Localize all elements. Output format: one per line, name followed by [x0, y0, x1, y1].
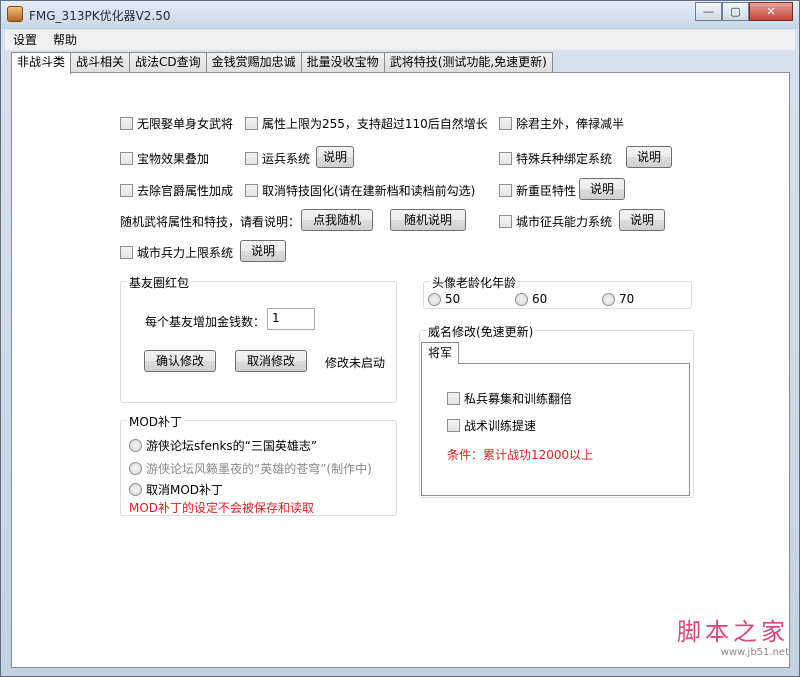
friend-circle-title: 基友圈红包	[127, 274, 192, 291]
mod-title: MOD补丁	[127, 413, 185, 430]
special-troop-explain-button[interactable]: 说明	[626, 146, 672, 168]
watermark-url: www.jb51.net	[720, 647, 789, 658]
checkbox[interactable]	[245, 152, 258, 165]
tab-general[interactable]: 将军	[421, 342, 460, 364]
random-explain-button[interactable]: 随机说明	[390, 209, 466, 231]
random-me-button[interactable]: 点我随机	[301, 209, 373, 231]
radio-button[interactable]	[129, 439, 142, 452]
close-button[interactable]: ✕	[749, 2, 793, 21]
option-new-officer[interactable]: 新重臣特性	[499, 182, 576, 199]
menu-settings[interactable]: 设置	[5, 30, 45, 50]
checkbox[interactable]	[120, 152, 133, 165]
option-transport[interactable]: 运兵系统	[245, 150, 310, 167]
checkbox[interactable]	[120, 117, 133, 130]
age-radio-70[interactable]: 70	[602, 292, 634, 306]
prestige-inner-panel: 私兵募集和训练翻倍 战术训练提速 条件：累计战功12000以上	[421, 363, 690, 496]
mod-radio-sfenks[interactable]: 游侠论坛sfenks的“三国英雄志”	[129, 437, 317, 454]
option-treasure-stack[interactable]: 宝物效果叠加	[120, 150, 209, 167]
maximize-button[interactable]: ▢	[722, 2, 749, 21]
tab-money-reward[interactable]: 金钱赏赐加忠诚	[205, 52, 302, 73]
watermark: 脚本之家 www.jb51.net	[677, 612, 789, 658]
option-city-recruit[interactable]: 城市征兵能力系统	[499, 213, 612, 230]
checkbox[interactable]	[120, 184, 133, 197]
option-cancel-skill-fix[interactable]: 取消特技固化(请在建新档和读档前勾选)	[245, 182, 475, 199]
random-hint-label: 随机武将属性和特技，请看说明：	[120, 215, 301, 229]
mod-note-text: MOD补丁的设定不会被保存和读取	[129, 501, 315, 515]
option-private-troop[interactable]: 私兵募集和训练翻倍	[447, 390, 572, 407]
radio-button[interactable]	[129, 483, 142, 496]
age-radio-50[interactable]: 50	[428, 292, 460, 306]
friend-money-input[interactable]: 1	[267, 308, 315, 330]
mod-group: MOD补丁 游侠论坛sfenks的“三国英雄志” 游侠论坛风籁墨夜的“英雄的苍穹…	[120, 413, 397, 516]
title-bar[interactable]: FMG_313PK优化器V2.50 — ▢ ✕	[1, 1, 799, 29]
radio-button[interactable]	[428, 292, 441, 306]
mod-radio-cancel[interactable]: 取消MOD补丁	[129, 481, 223, 498]
transport-explain-button[interactable]: 说明	[316, 146, 354, 168]
radio-button[interactable]	[602, 292, 615, 306]
prestige-group: 威名修改(免速更新) 将军 私兵募集和训练翻倍 战术训练提速 条件：累计战功12…	[419, 323, 694, 498]
option-unlimited-female[interactable]: 无限娶单身女武将	[120, 115, 233, 132]
minimize-button[interactable]: —	[695, 2, 722, 21]
friend-money-label: 每个基友增加金钱数：	[145, 315, 266, 329]
friend-circle-group: 基友圈红包 每个基友增加金钱数： 1 确认修改 取消修改 修改未启动	[120, 274, 397, 403]
prestige-condition-text: 条件：累计战功12000以上	[447, 448, 594, 462]
checkbox[interactable]	[245, 117, 258, 130]
checkbox[interactable]	[499, 117, 512, 130]
radio-button[interactable]	[515, 292, 528, 306]
tab-combat[interactable]: 战斗相关	[70, 52, 131, 73]
option-remove-rank[interactable]: 去除官爵属性加成	[120, 182, 233, 199]
checkbox[interactable]	[120, 246, 133, 259]
option-attr-limit[interactable]: 属性上限为255，支持超过110后自然增长	[245, 115, 488, 132]
tab-skill-cd[interactable]: 战法CD查询	[129, 52, 207, 73]
city-troop-limit-explain-button[interactable]: 说明	[240, 240, 286, 262]
checkbox[interactable]	[245, 184, 258, 197]
tab-panel: 无限娶单身女武将 属性上限为255，支持超过110后自然增长 除君主外，俸禄减半…	[11, 72, 790, 668]
checkbox[interactable]	[447, 419, 460, 432]
checkbox[interactable]	[499, 152, 512, 165]
watermark-name: 脚本之家	[677, 618, 789, 646]
tab-non-combat[interactable]: 非战斗类	[11, 52, 72, 74]
mod-radio-sky: 游侠论坛风籁墨夜的“英雄的苍穹”(制作中)	[129, 460, 372, 477]
window-title: FMG_313PK优化器V2.50	[29, 9, 171, 23]
option-special-troop[interactable]: 特殊兵种绑定系统	[499, 150, 612, 167]
checkbox[interactable]	[447, 392, 460, 405]
app-window: FMG_313PK优化器V2.50 — ▢ ✕ 设置 帮助 非战斗类 战斗相关 …	[0, 0, 800, 677]
new-officer-explain-button[interactable]: 说明	[579, 178, 625, 200]
checkbox[interactable]	[499, 215, 512, 228]
tab-strip: 非战斗类 战斗相关 战法CD查询 金钱赏赐加忠诚 批量没收宝物 武将特技(测试功…	[11, 52, 553, 74]
avatar-age-group: 头像老龄化年龄 50 60 70	[423, 274, 692, 309]
menu-help[interactable]: 帮助	[45, 30, 85, 50]
age-radio-60[interactable]: 60	[515, 292, 547, 306]
prestige-title: 威名修改(免速更新)	[426, 323, 536, 340]
city-recruit-explain-button[interactable]: 说明	[619, 209, 665, 231]
friend-status-text: 修改未启动	[325, 356, 386, 370]
option-city-troop-limit[interactable]: 城市兵力上限系统	[120, 244, 233, 261]
radio-button	[129, 462, 142, 475]
confirm-button[interactable]: 确认修改	[144, 350, 216, 372]
checkbox[interactable]	[499, 184, 512, 197]
tab-confiscate[interactable]: 批量没收宝物	[300, 52, 385, 73]
cancel-button[interactable]: 取消修改	[235, 350, 307, 372]
menu-bar: 设置 帮助	[5, 30, 795, 50]
app-icon	[7, 6, 23, 22]
option-tactic-train[interactable]: 战术训练提速	[447, 417, 536, 434]
avatar-age-title: 头像老龄化年龄	[430, 274, 519, 291]
option-except-lord[interactable]: 除君主外，俸禄减半	[499, 115, 624, 132]
tab-officer-skill[interactable]: 武将特技(测试功能,免速更新)	[383, 52, 553, 73]
